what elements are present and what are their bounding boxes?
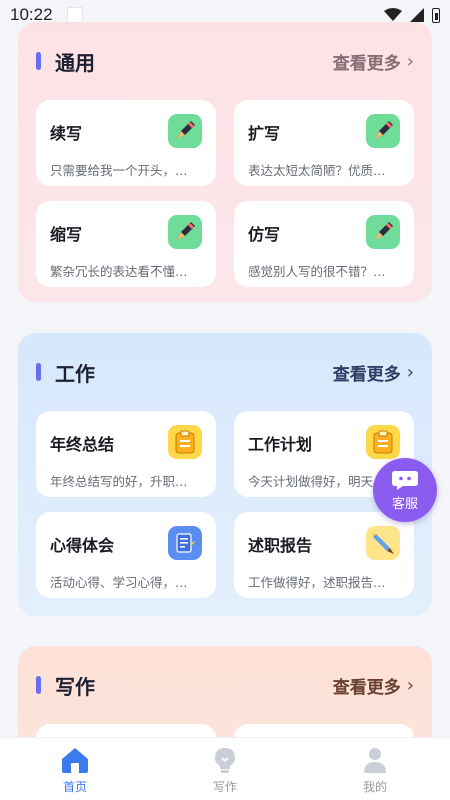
- chevron-right-icon: ›: [406, 50, 414, 72]
- card-desc: 工作做得好，述职报告…: [248, 575, 386, 590]
- wifi-icon: [384, 8, 402, 21]
- nav-item-profile[interactable]: 我的: [300, 738, 450, 800]
- nav-label: 写作: [212, 780, 237, 794]
- view-more-link[interactable]: 查看更多 ›: [333, 360, 414, 385]
- view-more-label: 查看更多: [332, 53, 401, 74]
- card-desc: 活动心得、学习心得，…: [50, 575, 188, 590]
- clipboard-icon: [366, 425, 400, 459]
- card-desc: 只需要给我一个开头，…: [50, 163, 188, 178]
- chat-bubble-icon: [392, 470, 418, 490]
- pen-icon: [366, 114, 400, 148]
- card-desc: 年终总结写的好，升职…: [50, 474, 188, 489]
- card-desc: 表达太短太简陋？优质…: [248, 163, 386, 178]
- card-grid: 续写 只需要给我一个开头，… 扩写 表达太短太简陋？优质… 缩写 繁杂冗长的表达…: [36, 100, 414, 287]
- section-title: 写作: [55, 674, 95, 699]
- user-icon: [364, 748, 386, 773]
- customer-service-button[interactable]: 客服: [373, 458, 437, 522]
- card-abbreviate[interactable]: 缩写 繁杂冗长的表达看不懂…: [36, 201, 216, 287]
- card-work-report[interactable]: 述职报告 工作做得好，述职报告…: [234, 512, 414, 598]
- home-icon: [62, 748, 88, 773]
- card-grid: 年终总结 年终总结写的好，升职… 工作计划 今天计划做得好，明天… 心得体会 活…: [36, 411, 414, 598]
- pen-icon: [366, 215, 400, 249]
- notes-icon: [168, 526, 202, 560]
- brush-icon: [366, 526, 400, 560]
- view-more-link[interactable]: 查看更多 ›: [333, 673, 414, 698]
- section-header: 工作 查看更多 ›: [36, 333, 414, 411]
- card-year-end-summary[interactable]: 年终总结 年终总结写的好，升职…: [36, 411, 216, 497]
- nav-label: 我的: [362, 780, 387, 794]
- view-more-link[interactable]: 查看更多 ›: [333, 49, 414, 74]
- card-reflections[interactable]: 心得体会 活动心得、学习心得，…: [36, 512, 216, 598]
- pen-icon: [168, 215, 202, 249]
- status-icons: [384, 7, 440, 23]
- status-time: 10:22: [10, 5, 53, 24]
- section-header: 写作 查看更多 ›: [36, 646, 414, 724]
- card-desc: 感觉别人写的很不错？…: [248, 264, 386, 279]
- section-accent-bar: [36, 52, 41, 70]
- nav-label: 首页: [62, 780, 87, 794]
- clipboard-icon: [168, 425, 202, 459]
- nav-item-writing[interactable]: 写作: [150, 738, 300, 800]
- view-more-label: 查看更多: [332, 364, 401, 385]
- pen-icon: [168, 114, 202, 148]
- section-accent-bar: [36, 363, 41, 381]
- section-title: 通用: [55, 50, 95, 75]
- chevron-right-icon: ›: [406, 361, 414, 383]
- section-accent-bar: [36, 676, 41, 694]
- customer-service-label: 客服: [391, 496, 418, 512]
- section-title: 工作: [55, 361, 95, 386]
- card-imitate[interactable]: 仿写 感觉别人写的很不错？…: [234, 201, 414, 287]
- notification-icon: [66, 7, 83, 23]
- section-general: 通用 查看更多 › 续写 只需要给我一个开头，… 扩写 表达太短太简陋？优质…: [18, 22, 432, 302]
- status-bar: 10:22: [0, 0, 450, 30]
- bottom-nav: 首页 写作 我的: [0, 737, 450, 800]
- card-desc: 繁杂冗长的表达看不懂…: [50, 264, 188, 279]
- chevron-right-icon: ›: [406, 674, 414, 696]
- signal-icon: [410, 8, 424, 22]
- card-expand-writing[interactable]: 扩写 表达太短太简陋？优质…: [234, 100, 414, 186]
- view-more-label: 查看更多: [332, 677, 401, 698]
- nav-item-home[interactable]: 首页: [0, 738, 150, 800]
- section-work: 工作 查看更多 › 年终总结 年终总结写的好，升职… 工作计划 今天计划做得好，…: [18, 333, 432, 616]
- lightbulb-icon: [215, 748, 235, 773]
- card-continue-writing[interactable]: 续写 只需要给我一个开头，…: [36, 100, 216, 186]
- section-header: 通用 查看更多 ›: [36, 22, 414, 100]
- battery-icon: [432, 7, 440, 23]
